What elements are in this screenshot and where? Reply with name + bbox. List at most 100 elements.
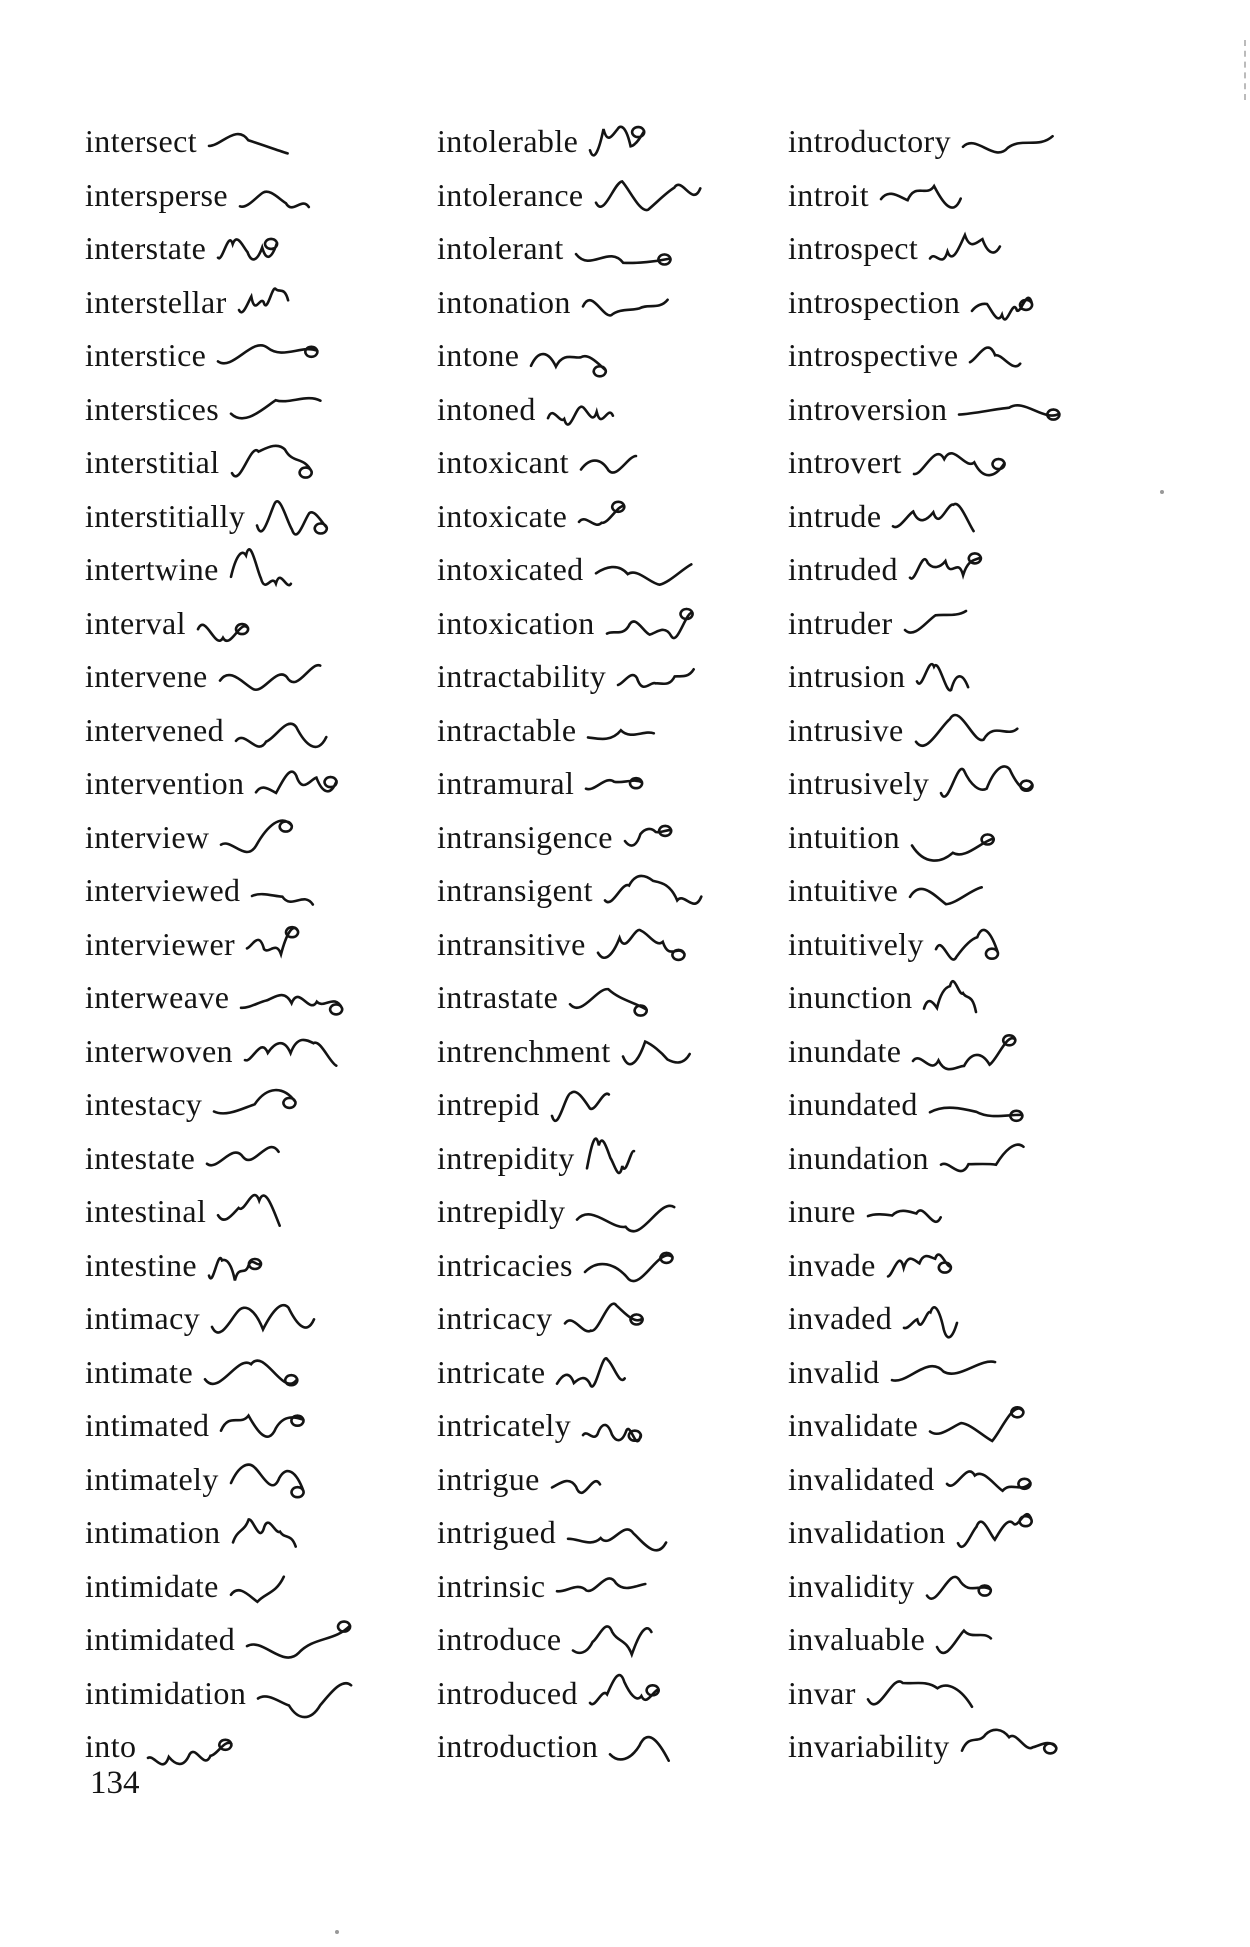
dictionary-entry: intestinal [85,1185,445,1239]
dictionary-entry: interweave [85,971,445,1025]
dictionary-entry: intuitive [788,864,1148,918]
shorthand-outline-icon [245,925,300,959]
entry-word: intimation [85,1514,221,1550]
dictionary-entry: intestacy [85,1078,445,1132]
shorthand-outline-icon [229,1462,305,1498]
entry-word: invariability [788,1728,950,1764]
entry-word: intonation [437,283,571,320]
entry-word: intestine [85,1246,198,1283]
shorthand-outline-icon [550,1090,610,1122]
entry-word: intrusively [788,765,930,801]
dictionary-entry: intrepidly [437,1185,797,1239]
entry-word: invalidate [788,1407,919,1443]
shorthand-outline-icon [956,1512,1033,1548]
word-column-right: introductory introit introspect introspecti… [788,115,1148,1774]
dictionary-entry: invar [788,1667,1148,1721]
shorthand-stroke [240,993,344,1016]
dictionary-entry: intoxicant [437,436,797,490]
shorthand-outline-icon [584,776,644,791]
shorthand-outline-icon [217,1193,282,1227]
entry-word: introduced [437,1674,578,1711]
dictionary-entry: introspective [788,329,1148,383]
shorthand-outline-icon [923,979,978,1014]
entry-word: intractable [437,711,577,748]
entry-word: intricate [437,1353,546,1390]
shorthand-outline-icon [237,286,290,313]
dictionary-entry: intramural [437,757,797,811]
shorthand-stroke [928,1406,1025,1443]
dictionary-entry: invalidated [788,1453,1148,1507]
shorthand-outline-icon [594,563,693,587]
dictionary-entry: intersect [85,115,445,169]
shorthand-stroke [594,563,693,587]
shorthand-stroke [576,1204,676,1233]
shorthand-outline-icon [255,770,339,795]
shorthand-stroke [546,405,614,426]
dictionary-entry: inundation [788,1132,1148,1186]
shorthand-outline-icon [583,1251,674,1282]
dictionary-entry: intrusive [788,704,1148,758]
entry-word: intervened [85,711,225,748]
scan-edge-mark [1242,40,1246,100]
entry-word: intersect [85,123,197,159]
entry-word: intimated [85,1407,210,1443]
shorthand-stroke [220,818,294,853]
shorthand-stroke [203,1358,299,1386]
shorthand-outline-icon [970,296,1034,321]
dictionary-entry: intrigued [437,1506,797,1560]
shorthand-stroke [550,1479,602,1494]
shorthand-outline-icon [207,1256,263,1281]
shorthand-stroke [939,1142,1025,1172]
dictionary-entry: intimation [85,1506,445,1560]
shorthand-stroke [568,987,649,1017]
dictionary-entry: intruder [788,597,1148,651]
entry-word: invaluable [788,1621,926,1657]
shorthand-stroke [916,662,970,692]
dictionary-entry: intrigue [437,1453,797,1507]
shorthand-stroke [563,1302,644,1333]
shorthand-stroke [616,668,696,689]
dictionary-entry: interstice [85,329,445,383]
shorthand-stroke [207,132,289,155]
shorthand-stroke [255,770,339,795]
entry-word: inundation [788,1139,929,1176]
shorthand-outline-icon [903,609,967,634]
shorthand-outline-icon [216,344,319,365]
entry-word: invalidation [788,1514,946,1550]
dictionary-entry: intersperse [85,169,445,223]
dictionary-entry: interviewed [85,864,445,918]
dictionary-entry: introit [788,169,1148,223]
entry-word: intractability [437,658,607,694]
entry-word: intimidate [85,1567,219,1604]
dictionary-entry: intoxication [437,597,797,651]
entry-word: intrastate [437,979,559,1015]
shorthand-stroke [945,1469,1032,1493]
entry-word: intervention [85,765,245,801]
entry-word: intrepidity [437,1139,575,1176]
shorthand-stroke [566,1528,668,1552]
shorthand-outline-icon [243,1038,338,1067]
dictionary-entry: intuition [788,811,1148,865]
entry-word: intolerance [437,176,584,213]
dictionary-entry: invalidation [788,1506,1148,1560]
shorthand-outline-icon [902,1306,959,1339]
entry-word: intersperse [85,176,229,213]
entry-word: introvert [788,444,902,480]
shorthand-outline-icon [939,765,1035,798]
word-column-middle: intolerable intolerance intolerant intonati… [437,115,797,1774]
page-number: 134 [90,1765,140,1801]
dictionary-entry: intimate [85,1346,445,1400]
dictionary-entry: intricate [437,1346,797,1400]
shorthand-outline-icon [229,548,292,588]
shorthand-outline-icon [892,502,976,532]
shorthand-stroke [530,352,608,378]
entry-word: intertwine [85,551,219,587]
dictionary-entry: intestate [85,1132,445,1186]
shorthand-stroke [216,344,319,365]
entry-word: interstices [85,390,220,427]
entry-word: inundate [788,1032,902,1069]
shorthand-outline-icon [203,1358,299,1386]
dictionary-entry: intruded [788,543,1148,597]
shorthand-outline-icon [958,403,1062,421]
dictionary-entry: intoned [437,383,797,437]
